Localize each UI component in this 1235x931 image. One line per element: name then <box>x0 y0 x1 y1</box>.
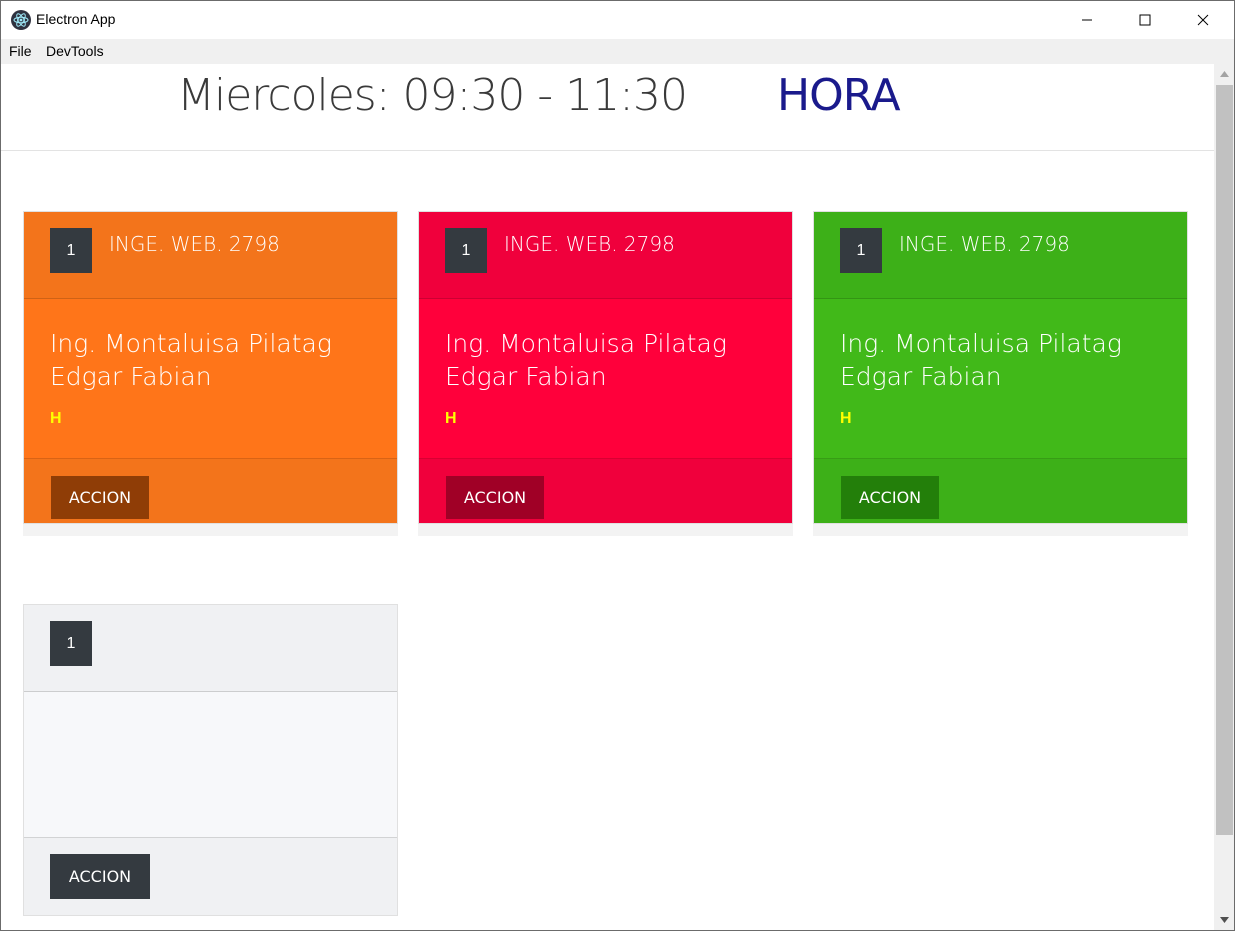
schedule-header: Miercoles: 09:30 - 11:30 HORA <box>1 64 1214 151</box>
accion-button[interactable]: ACCION <box>50 854 150 899</box>
status-mark: H <box>50 410 62 427</box>
minimize-icon <box>1082 19 1092 21</box>
course-name: INGE. WEB. 2798 <box>109 232 280 256</box>
minimize-button[interactable] <box>1058 1 1116 39</box>
menu-file[interactable]: File <box>9 43 32 59</box>
accion-button[interactable]: ACCION <box>51 476 149 519</box>
class-card: 1 INGE. WEB. 2798 Ing. Montaluisa Pilata… <box>813 211 1188 524</box>
scrollbar-thumb[interactable] <box>1216 85 1233 835</box>
card-footer: ACCION <box>24 459 397 523</box>
course-name: INGE. WEB. 2798 <box>899 232 1070 256</box>
scroll-up-arrow-icon[interactable] <box>1214 64 1234 84</box>
card-body: Ing. Montaluisa Pilatag Edgar Fabian H <box>419 299 792 459</box>
teacher-name: Ing. Montaluisa Pilatag Edgar Fabian <box>50 329 332 391</box>
card-number-badge: 1 <box>50 621 92 666</box>
maximize-icon <box>1139 14 1151 26</box>
status-mark: H <box>840 410 852 427</box>
class-card: 1 ACCION <box>23 604 398 916</box>
card-header: 1 INGE. WEB. 2798 <box>814 212 1187 299</box>
menu-devtools[interactable]: DevTools <box>46 43 104 59</box>
card-footer: ACCION <box>814 459 1187 523</box>
card-body: Ing. Montaluisa Pilatag Edgar Fabian H <box>24 299 397 459</box>
vertical-scrollbar[interactable] <box>1214 64 1234 930</box>
class-card: 1 INGE. WEB. 2798 Ing. Montaluisa Pilata… <box>418 211 793 524</box>
window-title: Electron App <box>36 11 116 27</box>
schedule-time: Miercoles: 09:30 - 11:30 <box>177 70 688 121</box>
card-number-badge: 1 <box>445 228 487 273</box>
class-card: 1 INGE. WEB. 2798 Ing. Montaluisa Pilata… <box>23 211 398 524</box>
close-icon <box>1197 14 1209 26</box>
course-name: INGE. WEB. 2798 <box>504 232 675 256</box>
teacher-name: Ing. Montaluisa Pilatag Edgar Fabian <box>840 329 1122 391</box>
card-shadow <box>418 524 793 536</box>
maximize-button[interactable] <box>1116 1 1174 39</box>
electron-logo-icon <box>11 10 31 30</box>
card-shadow <box>23 524 398 536</box>
card-number-badge: 1 <box>50 228 92 273</box>
card-shadow <box>813 524 1188 536</box>
hora-label: HORA <box>777 70 901 121</box>
teacher-name: Ing. Montaluisa Pilatag Edgar Fabian <box>445 329 727 391</box>
scroll-down-arrow-icon[interactable] <box>1214 910 1234 930</box>
card-header: 1 INGE. WEB. 2798 <box>419 212 792 299</box>
accion-button[interactable]: ACCION <box>841 476 939 519</box>
close-button[interactable] <box>1174 1 1232 39</box>
accion-button[interactable]: ACCION <box>446 476 544 519</box>
menu-bar: File DevTools <box>1 39 1234 64</box>
card-header: 1 INGE. WEB. 2798 <box>24 212 397 299</box>
card-body: Ing. Montaluisa Pilatag Edgar Fabian H <box>814 299 1187 459</box>
app-window: Electron App File DevTools Miercoles: 09… <box>0 0 1235 931</box>
card-footer: ACCION <box>419 459 792 523</box>
card-body <box>24 692 397 838</box>
card-number-badge: 1 <box>840 228 882 273</box>
title-bar: Electron App <box>1 1 1234 39</box>
card-header: 1 <box>24 605 397 692</box>
status-mark: H <box>445 410 457 427</box>
main-content: Miercoles: 09:30 - 11:30 HORA 1 INGE. WE… <box>1 64 1214 930</box>
card-footer: ACCION <box>24 838 397 915</box>
